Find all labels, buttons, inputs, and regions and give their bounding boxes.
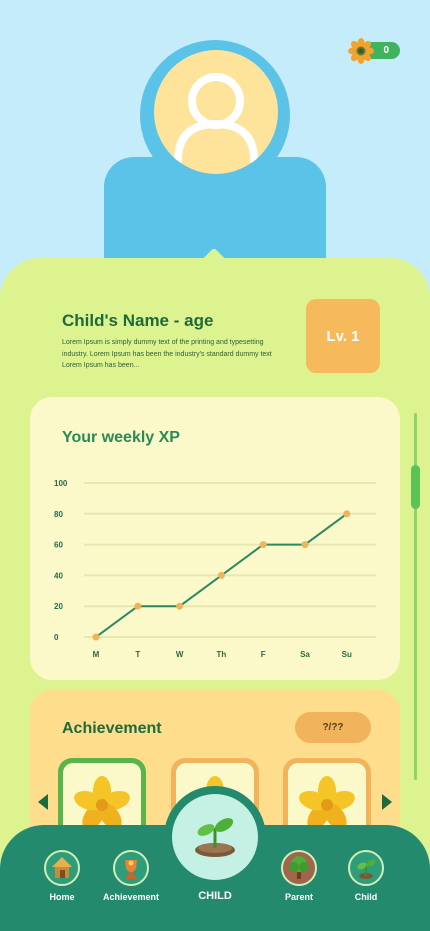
xp-data-point bbox=[92, 633, 100, 641]
x-tick-label: W bbox=[176, 650, 184, 659]
nav-item-child[interactable]: Child bbox=[326, 850, 406, 908]
xp-data-point bbox=[176, 602, 184, 610]
nav-item-home[interactable]: Home bbox=[22, 850, 102, 908]
tree-icon bbox=[281, 850, 317, 886]
achievement-title: Achievement bbox=[62, 720, 162, 737]
y-tick-label: 60 bbox=[54, 541, 63, 550]
center-nav-label: CHILD bbox=[198, 890, 232, 902]
x-tick-label: M bbox=[93, 650, 100, 659]
carousel-next-icon[interactable] bbox=[382, 794, 392, 810]
scrollbar-thumb[interactable] bbox=[411, 465, 420, 509]
y-tick-label: 40 bbox=[54, 571, 63, 580]
x-tick-label: T bbox=[135, 650, 140, 659]
nav-label: Home bbox=[49, 892, 75, 902]
x-tick-label: Su bbox=[342, 650, 352, 659]
y-tick-label: 0 bbox=[54, 633, 59, 642]
plant-pot-icon bbox=[195, 818, 235, 857]
nav-label: Child bbox=[354, 892, 378, 902]
x-tick-label: Sa bbox=[300, 650, 310, 659]
x-tick-label: F bbox=[261, 650, 266, 659]
carousel-prev-icon[interactable] bbox=[38, 794, 48, 810]
y-tick-label: 20 bbox=[54, 602, 63, 611]
xp-data-point bbox=[343, 510, 351, 518]
xp-data-point bbox=[301, 541, 309, 549]
xp-data-point bbox=[217, 571, 225, 579]
xp-data-point bbox=[134, 602, 142, 610]
y-tick-label: 100 bbox=[54, 479, 68, 488]
xp-data-point bbox=[259, 541, 267, 549]
y-tick-label: 80 bbox=[54, 510, 63, 519]
x-tick-label: Th bbox=[217, 650, 227, 659]
child-center-button[interactable] bbox=[172, 794, 258, 880]
hut-icon bbox=[44, 850, 80, 886]
sprout-icon bbox=[348, 850, 384, 886]
nav-item-achievement[interactable]: Achievement bbox=[91, 850, 171, 908]
trophy-icon bbox=[113, 850, 149, 886]
achievement-count[interactable]: ?/?? bbox=[295, 712, 371, 743]
nav-label: Achievement bbox=[102, 892, 160, 902]
weekly-xp-chart: 0 20 40 60 80 100 M T W Th F Sa Su bbox=[54, 479, 376, 659]
